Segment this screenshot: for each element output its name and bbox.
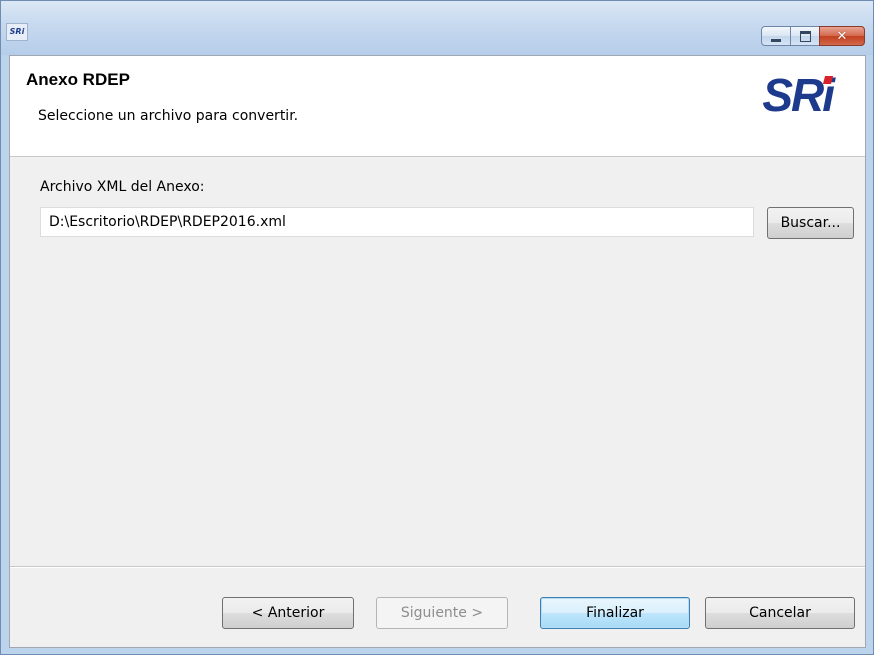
minimize-button[interactable] xyxy=(761,26,791,46)
next-button[interactable]: Siguiente > xyxy=(376,597,508,629)
wizard-header: Anexo RDEP Seleccione un archivo para co… xyxy=(10,56,865,157)
browse-button[interactable]: Buscar... xyxy=(767,207,854,239)
title-bar[interactable]: SRi ✕ xyxy=(1,1,873,55)
app-icon: SRi xyxy=(6,23,28,41)
maximize-icon xyxy=(799,30,811,42)
sri-logo: SRi xyxy=(762,69,835,121)
xml-file-label: Archivo XML del Anexo: xyxy=(40,179,205,195)
back-button[interactable]: < Anterior xyxy=(222,597,354,629)
dialog-window: SRi ✕ Anexo RDEP Seleccione un archivo p… xyxy=(0,0,874,655)
page-title: Anexo RDEP xyxy=(26,70,130,89)
window-controls: ✕ xyxy=(761,26,865,46)
close-icon: ✕ xyxy=(836,28,848,44)
page-description: Seleccione un archivo para convertir. xyxy=(38,108,299,124)
finish-button[interactable]: Finalizar xyxy=(540,597,690,629)
close-button[interactable]: ✕ xyxy=(819,26,865,46)
cancel-button[interactable]: Cancelar xyxy=(705,597,855,629)
maximize-button[interactable] xyxy=(790,26,820,46)
footer-divider xyxy=(10,566,865,568)
dialog-content: Anexo RDEP Seleccione un archivo para co… xyxy=(9,55,866,648)
xml-file-path-input[interactable] xyxy=(40,207,754,237)
minimize-icon xyxy=(771,38,781,42)
